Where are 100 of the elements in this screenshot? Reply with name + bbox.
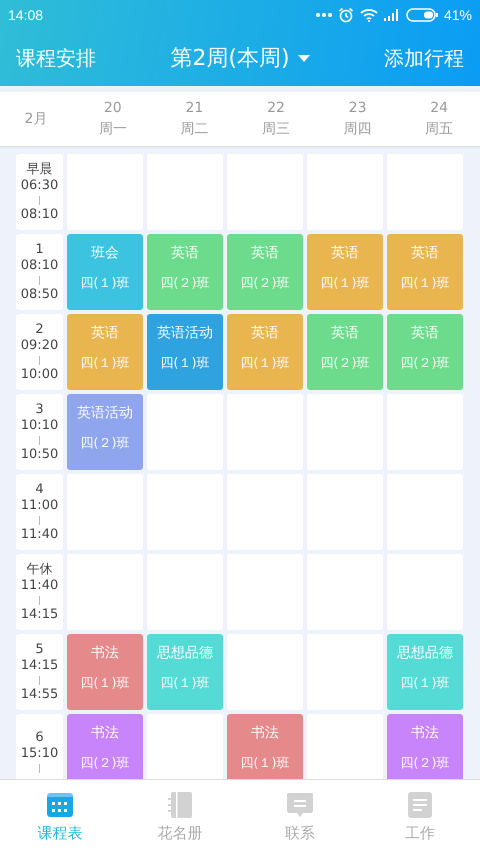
slot-label: 4 (35, 482, 44, 498)
course-class: 四(２)班 (400, 755, 450, 772)
course-card[interactable]: 英语 四(２)班 (307, 314, 383, 390)
start-time: 11:40 (20, 578, 58, 594)
course-subject: 英语 (251, 244, 279, 262)
course-card[interactable]: 书法 四(１)班 (67, 634, 143, 710)
course-card[interactable]: 英语活动 四(１)班 (147, 314, 223, 390)
start-time: 11:00 (20, 498, 58, 514)
course-subject: 英语 (411, 324, 439, 342)
course-card[interactable]: 英语 四(２)班 (227, 234, 303, 310)
notebook-icon (168, 792, 192, 818)
signal-icon (384, 9, 400, 21)
course-subject: 英语活动 (157, 324, 213, 342)
weekday-label: 周一 (98, 120, 127, 138)
day-date: 23 (348, 100, 366, 116)
course-card[interactable]: 英语 四(２)班 (147, 234, 223, 310)
end-time: 08:50 (20, 286, 58, 302)
course-class: 四(１)班 (160, 355, 210, 372)
slot-label: 2 (35, 322, 44, 338)
course-card[interactable]: 英语 四(１)班 (227, 314, 303, 390)
end-time: 14:15 (20, 606, 58, 622)
slot-label: 1 (35, 242, 44, 258)
course-subject: 思想品德 (157, 644, 213, 662)
course-card[interactable]: 英语活动 四(２)班 (67, 394, 143, 470)
course-card[interactable]: 班会 四(１)班 (67, 234, 143, 310)
start-time: 09:20 (20, 338, 58, 354)
course-class: 四(１)班 (320, 275, 370, 292)
dropdown-caret-icon (298, 54, 310, 62)
empty-slot[interactable] (147, 714, 223, 779)
nav-tab[interactable]: 花名册 (120, 780, 240, 854)
status-time: 14:08 (8, 7, 44, 23)
course-class: 四(２)班 (400, 355, 450, 372)
course-class: 四(１)班 (400, 275, 450, 292)
nav-tab[interactable]: 工作 (360, 780, 480, 854)
end-time: 10:00 (20, 366, 58, 382)
course-card[interactable]: 英语 四(１)班 (67, 314, 143, 390)
course-class: 四(１)班 (80, 675, 130, 692)
empty-slot[interactable] (307, 714, 383, 779)
course-subject: 思想品德 (397, 644, 453, 662)
add-schedule-button[interactable]: 添加行程 (384, 44, 464, 72)
course-class: 四(２)班 (80, 435, 130, 452)
day-date: 24 (430, 100, 448, 116)
course-subject: 英语 (411, 244, 439, 262)
start-time: 15:10 (20, 746, 58, 762)
alarm-icon (338, 7, 354, 23)
course-card[interactable]: 思想品德 四(１)班 (147, 634, 223, 710)
chat-icon (287, 792, 313, 818)
course-class: 四(１)班 (400, 675, 450, 692)
slot-label: 午休 (26, 562, 52, 578)
course-subject: 英语 (91, 324, 119, 342)
course-class: 四(２)班 (240, 275, 290, 292)
nav-tab[interactable]: 课程表 (0, 780, 120, 854)
start-time: 06:30 (20, 178, 58, 194)
course-subject: 英语 (251, 324, 279, 342)
course-class: 四(２)班 (160, 275, 210, 292)
course-subject: 书法 (91, 724, 119, 742)
course-card[interactable]: 书法 四(１)班 (227, 714, 303, 779)
nav-tab[interactable]: 联系 (240, 780, 360, 854)
week-selector[interactable]: 第2周(本周) (170, 43, 310, 73)
course-class: 四(１)班 (240, 755, 290, 772)
course-card[interactable]: 书法 四(２)班 (387, 714, 463, 779)
month-label: 2月 (24, 110, 48, 128)
course-subject: 英语 (331, 244, 359, 262)
course-subject: 英语 (331, 324, 359, 342)
start-time: 14:15 (20, 658, 58, 674)
course-subject: 书法 (251, 724, 279, 742)
course-card[interactable]: 英语 四(２)班 (387, 314, 463, 390)
course-class: 四(２)班 (80, 755, 130, 772)
course-subject: 书法 (411, 724, 439, 742)
slot-label: 早晨 (26, 162, 52, 178)
course-card[interactable]: 思想品德 四(１)班 (387, 634, 463, 710)
course-card[interactable]: 英语 四(１)班 (307, 234, 383, 310)
page-title: 课程安排 (16, 44, 96, 72)
start-time: 10:10 (20, 418, 58, 434)
course-class: 四(１)班 (160, 675, 210, 692)
weekday-label: 周二 (180, 120, 208, 138)
weekday-label: 周四 (344, 120, 372, 138)
day-date: 20 (104, 100, 122, 116)
course-subject: 书法 (91, 644, 119, 662)
end-time: 10:50 (20, 446, 58, 462)
day-date: 22 (267, 100, 285, 116)
course-class: 四(２)班 (320, 355, 370, 372)
end-time: 08:10 (20, 206, 58, 222)
course-subject: 英语 (171, 244, 199, 262)
course-class: 四(１)班 (80, 275, 130, 292)
course-class: 四(１)班 (240, 355, 290, 372)
end-time: 14:55 (20, 686, 58, 702)
weekday-label: 周三 (262, 120, 290, 138)
wifi-icon (360, 8, 378, 22)
more-icon (316, 12, 332, 18)
document-icon (408, 792, 432, 818)
course-card[interactable]: 书法 四(２)班 (67, 714, 143, 779)
course-class: 四(１)班 (80, 355, 130, 372)
calendar-icon (47, 792, 73, 818)
course-card[interactable]: 英语 四(１)班 (387, 234, 463, 310)
slot-label: 6 (35, 730, 44, 746)
day-date: 21 (185, 100, 204, 116)
course-subject: 班会 (91, 244, 119, 262)
battery-percentage: 41% (444, 7, 472, 23)
start-time: 08:10 (20, 258, 58, 274)
